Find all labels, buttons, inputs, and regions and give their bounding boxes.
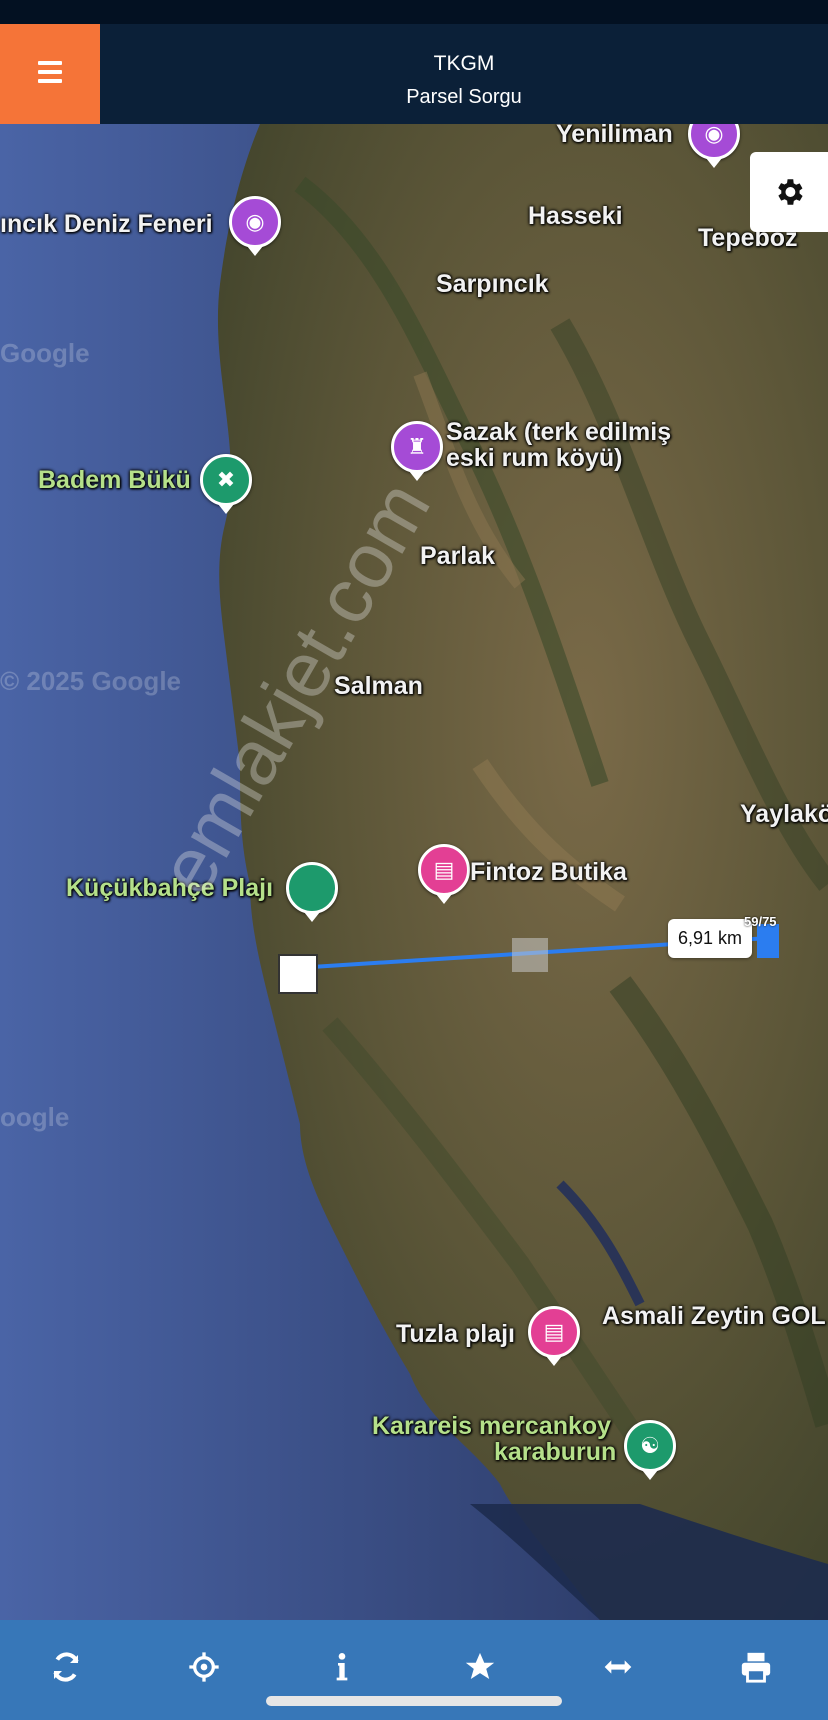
satellite-map[interactable]: Google © 2025 Google oogle Yeniliman ◉ ı… bbox=[0, 124, 828, 1620]
header-title: TKGM Parsel Sorgu bbox=[100, 24, 828, 124]
measure-start-handle[interactable] bbox=[278, 954, 318, 994]
crosshair-icon bbox=[189, 1652, 219, 1682]
info-button[interactable] bbox=[312, 1642, 372, 1692]
settings-button[interactable] bbox=[750, 152, 828, 232]
hotel-pin-icon[interactable]: ▤ bbox=[528, 1306, 580, 1366]
status-bar bbox=[0, 0, 828, 24]
place-label-asmali-zeytin: Asmali Zeytin GOL bbox=[602, 1302, 826, 1330]
place-label-karaburun: karaburun bbox=[494, 1438, 617, 1466]
locate-button[interactable] bbox=[174, 1642, 234, 1692]
place-label-karareis: Karareis mercankoy bbox=[372, 1412, 612, 1440]
measure-icon bbox=[604, 1660, 632, 1674]
place-label-tuzla: Tuzla plajı bbox=[396, 1320, 515, 1348]
measure-end-handle[interactable] bbox=[757, 924, 779, 958]
measure-line bbox=[295, 936, 769, 970]
print-button[interactable] bbox=[726, 1642, 786, 1692]
parcel-number-label: 59/75 bbox=[744, 914, 777, 929]
favorite-button[interactable] bbox=[450, 1642, 510, 1692]
refresh-icon bbox=[53, 1652, 79, 1682]
app-header: TKGM Parsel Sorgu bbox=[0, 24, 828, 124]
app-subtitle: Parsel Sorgu bbox=[406, 86, 522, 108]
app-title: TKGM bbox=[433, 52, 495, 75]
star-icon bbox=[465, 1652, 495, 1680]
measure-midpoint-handle[interactable] bbox=[512, 938, 548, 972]
restaurant-pin-icon[interactable]: ☯ bbox=[624, 1420, 676, 1480]
measure-button[interactable] bbox=[588, 1642, 648, 1692]
menu-button[interactable] bbox=[0, 24, 100, 124]
print-icon bbox=[741, 1652, 771, 1683]
distance-label: 6,91 km bbox=[668, 919, 753, 958]
gear-icon bbox=[778, 179, 803, 205]
refresh-button[interactable] bbox=[36, 1642, 96, 1692]
info-icon bbox=[336, 1653, 348, 1681]
home-indicator bbox=[266, 1696, 562, 1706]
